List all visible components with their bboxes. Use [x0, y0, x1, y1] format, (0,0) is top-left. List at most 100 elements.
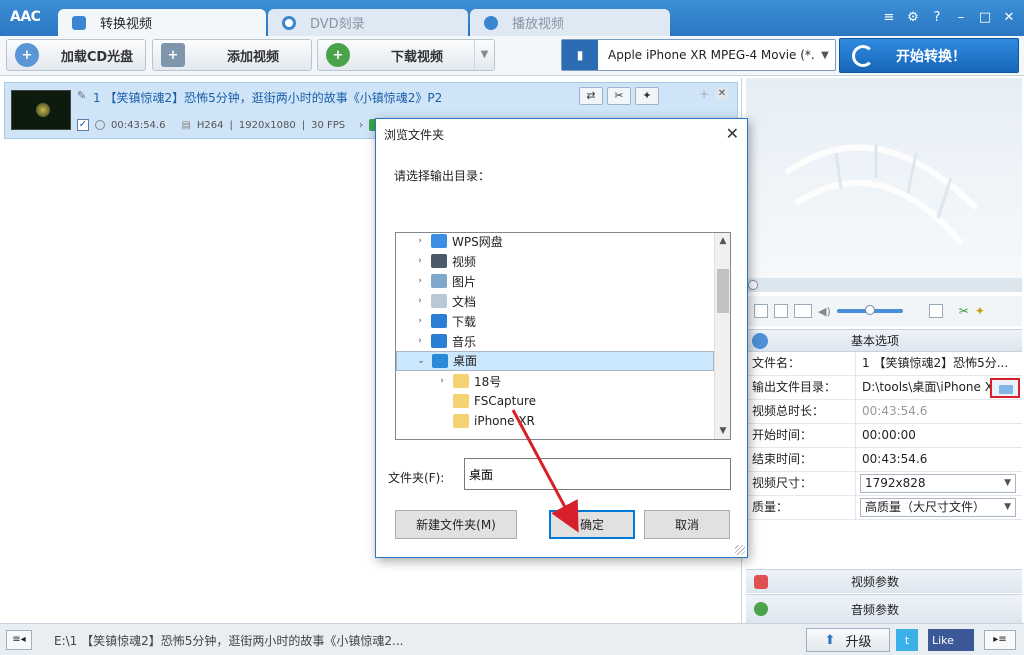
prop-row-end-time: 结束时间： 00:43:54.6 [746, 448, 1022, 472]
ok-button[interactable]: 确定 [549, 510, 635, 539]
tree-item[interactable]: ⌄ 桌面 [396, 351, 714, 371]
volume-slider[interactable] [836, 305, 903, 315]
prop-value[interactable]: 00:00:00 [856, 424, 1022, 447]
chevron-down-icon[interactable]: ⌄ [415, 353, 427, 370]
twitter-icon[interactable]: t [896, 629, 918, 651]
refresh-icon [852, 44, 874, 67]
settings-gear-icon[interactable]: ⚙ [904, 9, 922, 27]
quality-value: 高质量（大尺寸文件） [865, 500, 986, 514]
folder-tree[interactable]: › WPS网盘 › 视频 › 图片 › 文档 › 下载 › 音乐 ⌄ 桌面 › 18号 FSCapture iPh… [395, 232, 731, 440]
rotate-icon[interactable]: ⇄ [579, 87, 603, 105]
tree-item[interactable]: › 文档 [396, 291, 714, 311]
add-video-button[interactable]: + 添加视频 [152, 39, 312, 71]
menu-icon[interactable]: ≡ [880, 9, 898, 27]
volume-handle[interactable] [864, 305, 875, 315]
upgrade-arrow-icon: ⬆ [824, 632, 836, 648]
app-logo: AAC [10, 9, 41, 25]
chevron-right-icon[interactable]: › [414, 316, 426, 326]
chevron-right-icon[interactable]: › [436, 376, 448, 386]
tree-item[interactable]: › WPS网盘 [396, 233, 714, 251]
close-button[interactable]: ✕ [1000, 9, 1018, 27]
cancel-button[interactable]: 取消 [644, 510, 730, 539]
camera-icon[interactable] [794, 304, 812, 318]
browse-folder-dialog: 浏览文件夹 ✕ 请选择输出目录： › WPS网盘 › 视频 › 图片 › 文档 › 下载 › 音乐 ⌄ 桌… [375, 118, 748, 558]
tree-scrollbar[interactable]: ▲ ▼ [714, 233, 730, 439]
browse-folder-button[interactable] [990, 378, 1020, 398]
minimize-button[interactable]: – [952, 9, 970, 27]
dialog-close-icon[interactable]: ✕ [726, 124, 739, 143]
tab-convert-video[interactable]: 转换视频 [58, 9, 266, 36]
list-view-icon[interactable]: ≡◂ [6, 630, 32, 650]
chevron-right-icon[interactable]: › [414, 276, 426, 286]
folder-icon [453, 394, 469, 408]
tab-play-video[interactable]: 播放视频 [470, 9, 670, 36]
resize-grip[interactable] [735, 545, 745, 555]
file-resolution: 1920x1080 [238, 119, 296, 131]
start-convert-button[interactable]: 开始转换！ [839, 38, 1019, 73]
speaker-icon [754, 602, 768, 616]
basic-options-header[interactable]: 基本选项 [746, 330, 1022, 352]
film-add-icon: + [161, 43, 185, 67]
scissors-icon[interactable]: ✂ [607, 87, 631, 105]
tree-item[interactable]: iPhone XR [396, 411, 714, 431]
row-tools: ⇄ ✂ ✦ [579, 87, 659, 105]
play-button[interactable] [754, 304, 768, 318]
tree-item-label: 桌面 [453, 353, 478, 368]
separator: | [229, 119, 233, 131]
upgrade-button[interactable]: ⬆ 升级 [806, 628, 890, 652]
tree-item[interactable]: › 视频 [396, 251, 714, 271]
scroll-down-icon[interactable]: ▼ [715, 423, 730, 439]
facebook-like-button[interactable]: Like [928, 629, 974, 651]
prop-value[interactable]: 1 【笑镇惊魂2】恐怖5分... [856, 352, 1022, 375]
prop-value[interactable]: 00:43:54.6 [856, 448, 1022, 471]
audio-params-header[interactable]: 音频参数 [746, 594, 1022, 623]
scissors-icon[interactable]: ✂ [959, 304, 969, 318]
add-small-icon[interactable]: + [699, 87, 709, 101]
player-controls: ◀) ✂ ✦ [746, 296, 1022, 326]
help-icon[interactable]: ? [928, 9, 946, 27]
dropdown-arrow-icon[interactable]: ▼ [474, 40, 494, 70]
maximize-button[interactable]: □ [976, 9, 994, 27]
video-thumbnail[interactable] [11, 90, 71, 130]
phone-profile-icon: ▮ [562, 40, 598, 70]
globe-download-icon: + [326, 43, 350, 67]
tree-item[interactable]: › 图片 [396, 271, 714, 291]
file-title: 1 【笑镇惊魂2】恐怖5分钟，逛街两小时的故事《小镇惊魂2》P2 [93, 91, 443, 105]
edit-pencil-icon[interactable]: ✎ [77, 89, 86, 102]
output-profile-select[interactable]: ▮ Apple iPhone XR MPEG-4 Movie (*.m... ▼ [561, 39, 836, 71]
output-dir-value[interactable]: D:\tools\桌面\iPhone XR [862, 380, 1001, 394]
prop-value: 00:43:54.6 [862, 404, 928, 418]
stop-button[interactable] [774, 304, 788, 318]
prop-key: 质量： [746, 496, 856, 519]
tree-item[interactable]: › 18号 [396, 371, 714, 391]
video-size-select[interactable]: 1792x828 ▼ [860, 474, 1016, 493]
scroll-thumb[interactable] [717, 269, 729, 313]
video-params-header[interactable]: 视频参数 [746, 569, 1022, 593]
magic-wand-icon[interactable]: ✦ [635, 87, 659, 105]
chevron-right-icon[interactable]: › [414, 256, 426, 266]
tree-item[interactable]: › 下载 [396, 311, 714, 331]
seek-handle[interactable] [748, 280, 758, 290]
download-video-button[interactable]: + 下载视频 ▼ [317, 39, 495, 71]
panel-toggle-icon[interactable]: ▸≡ [984, 630, 1016, 650]
folder-name-field[interactable] [464, 458, 731, 490]
tab-dvd-burn[interactable]: DVD刻录 [268, 9, 468, 36]
remove-icon[interactable]: ✕ [715, 87, 729, 101]
speaker-icon[interactable]: ◀) [818, 305, 831, 318]
chevron-right-icon[interactable]: › [359, 120, 363, 131]
tree-item[interactable]: FSCapture [396, 391, 714, 411]
chevron-right-icon[interactable]: › [414, 236, 426, 246]
new-folder-button[interactable]: 新建文件夹(M) [395, 510, 517, 539]
load-cd-button[interactable]: + 加载CD光盘 [6, 39, 146, 71]
chevron-right-icon[interactable]: › [414, 296, 426, 306]
tree-item[interactable]: › 音乐 [396, 331, 714, 351]
chevron-right-icon[interactable]: › [414, 336, 426, 346]
quality-select[interactable]: 高质量（大尺寸文件） ▼ [860, 498, 1016, 517]
seek-bar[interactable] [746, 278, 1022, 292]
screenshot-icon[interactable] [928, 304, 943, 318]
scroll-up-icon[interactable]: ▲ [715, 233, 730, 249]
folder-icon [453, 414, 469, 428]
magic-wand-icon[interactable]: ✦ [975, 304, 985, 318]
ok-label: 确定 [579, 518, 604, 532]
file-checkbox[interactable]: ✓ [77, 119, 89, 131]
